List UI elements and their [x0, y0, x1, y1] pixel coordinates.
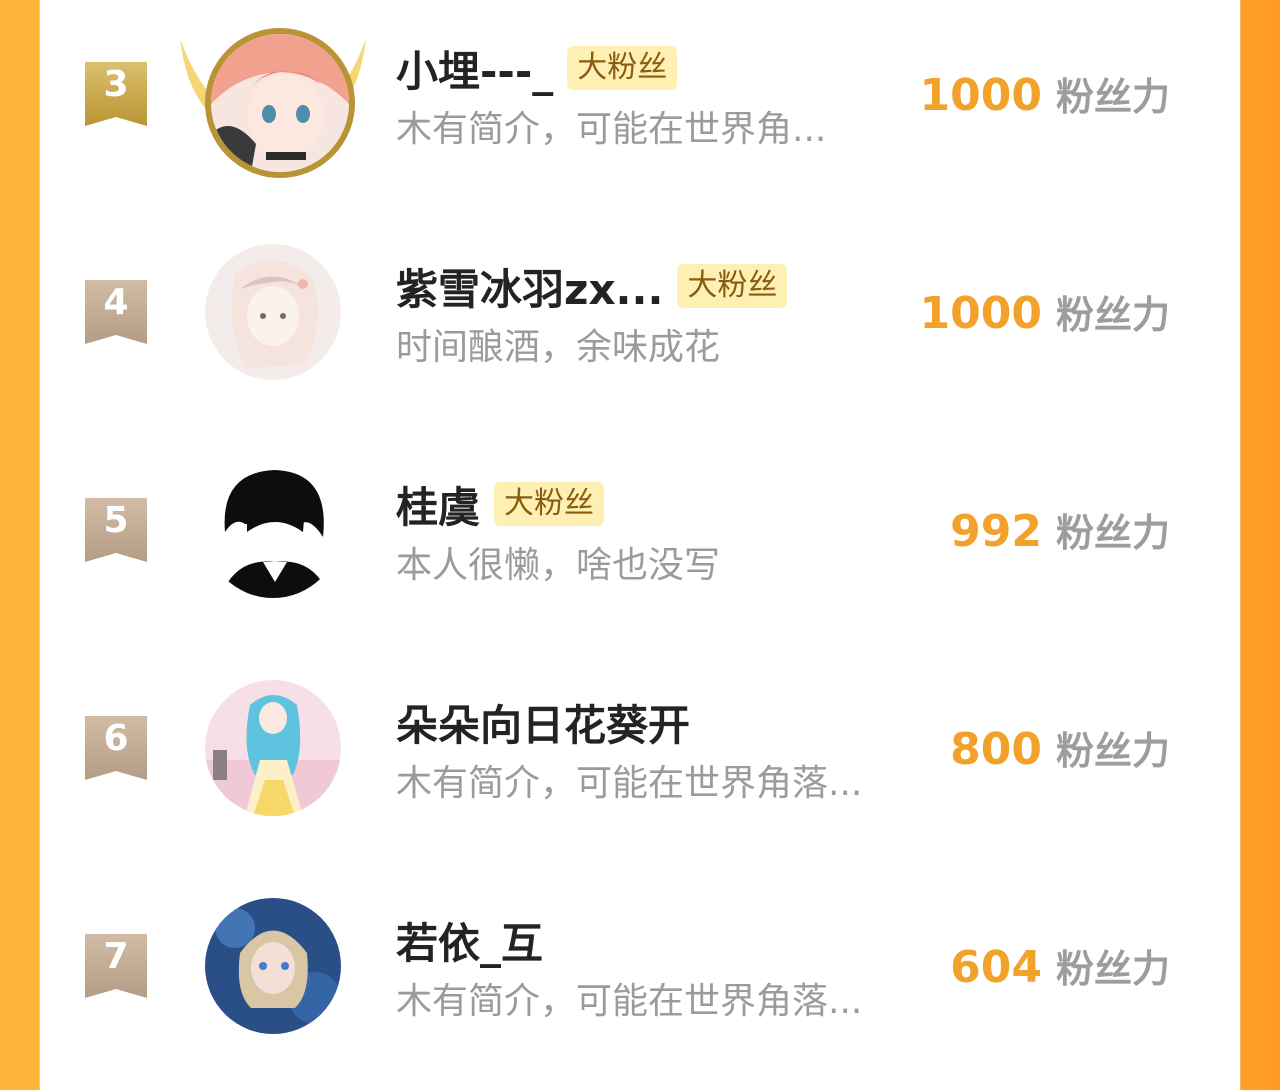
- score-value: 1000: [919, 70, 1042, 121]
- fan-power-score: 1000 粉丝力: [920, 284, 1170, 339]
- anime-girl-avatar-icon: [211, 34, 349, 172]
- score-unit: 粉丝力: [1055, 511, 1170, 555]
- user-bio: 本人很懒，啥也没写: [396, 545, 721, 586]
- ranking-row[interactable]: 6 朵朵向日花葵开 木有简介，可能在世界角落... 800 粉丝力: [40, 654, 1240, 872]
- score-value: 1000: [919, 288, 1042, 339]
- user-avatar[interactable]: [205, 680, 341, 816]
- rank-ribbon-badge: 6: [85, 716, 147, 780]
- score-value: 992: [950, 506, 1042, 557]
- anime-avatar-blue-icon: [205, 898, 341, 1034]
- user-name[interactable]: 若依_互: [396, 910, 543, 971]
- user-avatar[interactable]: [205, 462, 341, 598]
- score-value: 604: [950, 942, 1042, 993]
- fan-ranking-card: 3 小埋---_ 大粉丝 木有简介，可能在世界角... 1000 粉丝力 4 紫…: [40, 0, 1240, 1034]
- black-haired-boy-avatar-icon: [205, 462, 341, 598]
- user-bio: 木有简介，可能在世界角落...: [396, 763, 863, 804]
- user-avatar[interactable]: [205, 28, 355, 178]
- ranking-row[interactable]: 5 桂虞 大粉丝 本人很懒，啥也没写 992 粉丝力: [40, 436, 1240, 654]
- name-line: 紫雪冰羽zx... 大粉丝: [396, 256, 788, 317]
- score-unit: 粉丝力: [1055, 729, 1170, 773]
- user-bio: 木有简介，可能在世界角...: [396, 109, 827, 150]
- ranking-row[interactable]: 7 若依_互 木有简介，可能在世界角落... 604 粉丝力: [40, 872, 1240, 1090]
- fan-power-score: 992 粉丝力: [950, 502, 1170, 557]
- user-name[interactable]: 朵朵向日花葵开: [396, 692, 690, 753]
- user-avatar[interactable]: [205, 898, 341, 1034]
- rank-ribbon-badge: 7: [85, 934, 147, 998]
- name-line: 桂虞 大粉丝: [396, 474, 605, 535]
- ranking-row[interactable]: 4 紫雪冰羽zx... 大粉丝 时间酿酒，余味成花 1000 粉丝力: [40, 218, 1240, 436]
- ranking-row[interactable]: 3 小埋---_ 大粉丝 木有简介，可能在世界角... 1000 粉丝力: [40, 0, 1240, 218]
- fan-power-score: 1000 粉丝力: [920, 66, 1170, 121]
- rank-ribbon-badge: 3: [85, 62, 147, 126]
- user-name[interactable]: 桂虞: [396, 474, 480, 535]
- user-avatar[interactable]: [205, 244, 341, 380]
- score-unit: 粉丝力: [1055, 947, 1170, 991]
- name-line: 朵朵向日花葵开: [396, 694, 690, 750]
- name-line: 小埋---_ 大粉丝: [396, 38, 678, 99]
- user-bio: 木有简介，可能在世界角落...: [396, 981, 863, 1022]
- fan-level-badge: 大粉丝: [677, 264, 788, 308]
- anime-girl-avatar-icon: [205, 244, 341, 380]
- fan-level-badge: 大粉丝: [567, 46, 678, 90]
- fan-power-score: 800 粉丝力: [950, 720, 1170, 775]
- fan-level-badge: 大粉丝: [494, 482, 605, 526]
- name-line: 若依_互: [396, 912, 543, 968]
- user-name[interactable]: 小埋---_: [396, 38, 553, 99]
- rank-ribbon-badge: 5: [85, 498, 147, 562]
- rank-ribbon-badge: 4: [85, 280, 147, 344]
- anime-girl-avatar-blue-hair-icon: [205, 680, 341, 816]
- score-unit: 粉丝力: [1055, 293, 1170, 337]
- score-value: 800: [950, 724, 1042, 775]
- fan-power-score: 604 粉丝力: [950, 938, 1170, 993]
- user-bio: 时间酿酒，余味成花: [396, 327, 721, 368]
- user-name[interactable]: 紫雪冰羽zx...: [396, 256, 663, 317]
- score-unit: 粉丝力: [1055, 75, 1170, 119]
